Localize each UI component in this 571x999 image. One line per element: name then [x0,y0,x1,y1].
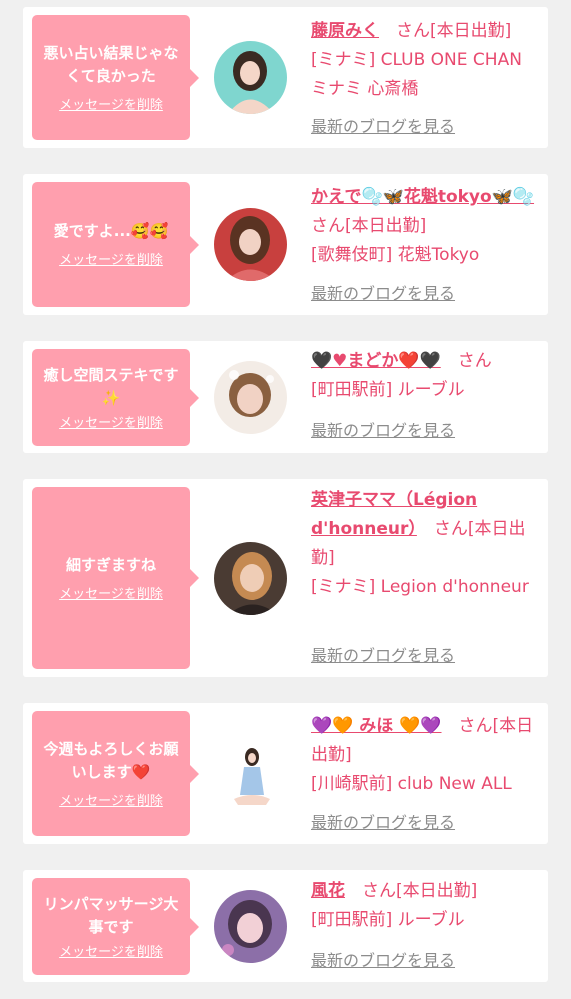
message-text: 愛ですよ...🥰🥰 [53,222,169,240]
delete-message-link[interactable]: メッセージを削除 [59,416,163,432]
message-bubble: 今週もよろしくお願いします❤️ メッセージを削除 [32,711,199,836]
message-bubble: 愛ですよ...🥰🥰 メッセージを削除 [32,182,199,307]
message-bubble: 癒し空間ステキです✨ メッセージを削除 [32,349,199,446]
profile-info: かえで🫧🦋花魁tokyo🦋🫧 さん[本日出勤] [歌舞伎町] 花魁Tokyo [311,183,543,270]
profile-name-link[interactable]: 風花 [311,881,345,901]
latest-blog-link[interactable]: 最新のブログを見る [311,813,455,833]
message-text: 悪い占い結果じゃなくて良かった [43,43,179,85]
profile-name-link[interactable]: 藤原みく [311,21,379,41]
profile-name-link[interactable]: 🖤♥まどか❤️🖤 [311,351,441,371]
profile-info: 💜🧡 みほ 🧡💜 さん[本日出勤] [川崎駅前] club New ALL [311,712,543,799]
avatar[interactable] [214,737,287,810]
profile-info: 風花 さん[本日出勤] [町田駅前] ルーブル [311,877,543,935]
message-text: 今週もよろしくお願いします❤️ [43,739,179,781]
status-text: さん[本日出勤] [345,881,478,901]
delete-message-link[interactable]: メッセージを削除 [59,253,163,269]
status-text: さん[本日出勤] [379,21,512,41]
avatar[interactable] [214,542,287,615]
shop-text: [歌舞伎町] 花魁Tokyo [311,245,480,265]
latest-blog-link[interactable]: 最新のブログを見る [311,421,455,441]
message-bubble: 悪い占い結果じゃなくて良かった メッセージを削除 [32,15,199,140]
avatar[interactable] [214,41,287,114]
latest-blog-link[interactable]: 最新のブログを見る [311,646,455,666]
message-text: 細すぎますね [65,555,156,574]
profile-info: 藤原みく さん[本日出勤] [ミナミ] CLUB ONE CHAN ミナミ 心斎… [311,17,543,104]
list-item: 細すぎますね メッセージを削除 英津子ママ（Légion d'honneur） … [23,479,548,677]
avatar[interactable] [214,361,287,434]
delete-message-link[interactable]: メッセージを削除 [59,794,163,810]
message-bubble: リンパマッサージ大事です メッセージを削除 [32,878,199,975]
latest-blog-link[interactable]: 最新のブログを見る [311,951,455,971]
list-item: リンパマッサージ大事です メッセージを削除 風花 さん[本日出勤] [町田駅前]… [23,870,548,982]
list-item: 愛ですよ...🥰🥰 メッセージを削除 かえで🫧🦋花魁tokyo🦋🫧 さん[本日出… [23,174,548,315]
delete-message-link[interactable]: メッセージを削除 [59,587,163,603]
latest-blog-link[interactable]: 最新のブログを見る [311,284,455,304]
message-text: 癒し空間ステキです✨ [43,365,179,407]
status-text: さん [440,351,492,371]
profile-name-link[interactable]: かえで🫧🦋花魁tokyo🦋🫧 [311,187,534,207]
list-item: 悪い占い結果じゃなくて良かった メッセージを削除 藤原みく さん[本日出勤] [… [23,7,548,148]
message-list: 悪い占い結果じゃなくて良かった メッセージを削除 藤原みく さん[本日出勤] [… [0,0,571,999]
shop-text: [ミナミ] CLUB ONE CHAN ミナミ 心斎橋 [311,50,522,99]
message-bubble: 細すぎますね メッセージを削除 [32,487,199,669]
avatar[interactable] [214,890,287,963]
profile-info: 英津子ママ（Légion d'honneur） さん[本日出勤] [ミナミ] L… [311,486,543,602]
delete-message-link[interactable]: メッセージを削除 [59,945,163,961]
list-item: 今週もよろしくお願いします❤️ メッセージを削除 💜🧡 みほ 🧡💜 さん[本日出… [23,703,548,844]
profile-info: 🖤♥まどか❤️🖤 さん [町田駅前] ルーブル [311,347,543,405]
shop-text: [町田駅前] ルーブル [311,380,465,400]
list-item: 癒し空間ステキです✨ メッセージを削除 🖤♥まどか❤️🖤 さん [町田駅前] ル… [23,341,548,453]
delete-message-link[interactable]: メッセージを削除 [59,98,163,114]
profile-name-link[interactable]: 💜🧡 みほ 🧡💜 [311,716,442,736]
message-text: リンパマッサージ大事です [43,894,179,936]
shop-text: [川崎駅前] club New ALL [311,774,512,794]
shop-text: [町田駅前] ルーブル [311,910,465,930]
latest-blog-link[interactable]: 最新のブログを見る [311,117,455,137]
avatar[interactable] [214,208,287,281]
shop-text: [ミナミ] Legion d'honneur [311,577,529,597]
